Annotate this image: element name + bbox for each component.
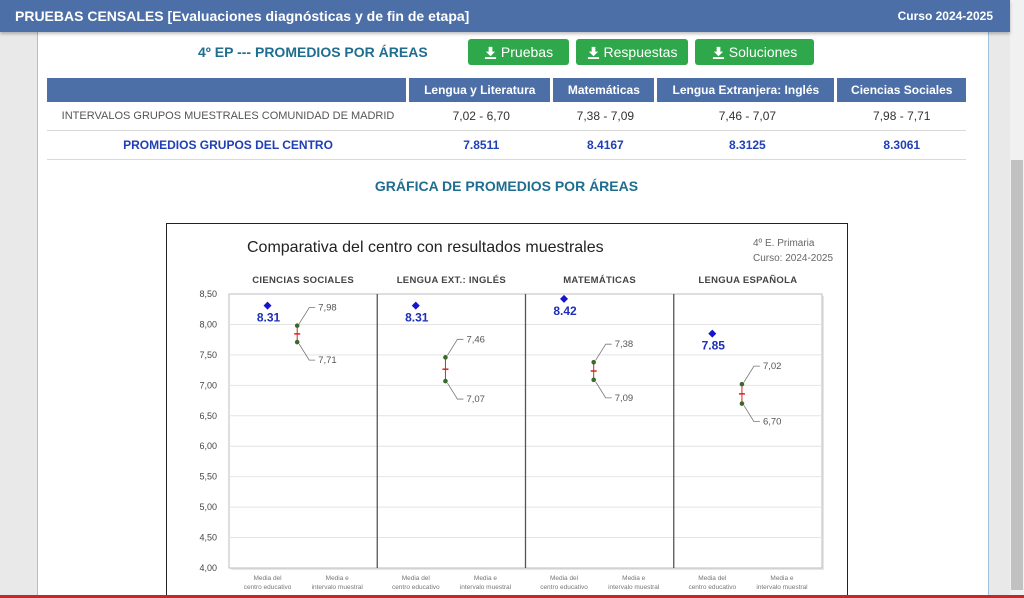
interval-lower-label: 6,70 xyxy=(763,417,782,428)
interval-lower-label: 7,07 xyxy=(466,394,485,405)
x-axis-label-line: Media del xyxy=(402,575,431,582)
y-tick-label: 8,00 xyxy=(199,319,217,329)
scores-table: Lengua y Literatura Matemáticas Lengua E… xyxy=(47,78,966,160)
course-label: Curso 2024-2025 xyxy=(897,9,993,23)
x-axis-label: Media del centro educativo xyxy=(392,575,440,591)
table-row: PROMEDIOS GRUPOS DEL CENTRO 7.8511 8.416… xyxy=(47,131,966,160)
table-cell: 8.4167 xyxy=(553,131,658,160)
table-cell: 7,38 - 7,09 xyxy=(553,102,658,131)
y-tick-label: 7,00 xyxy=(199,380,217,390)
table-header-ingles: Lengua Extranjera: Inglés xyxy=(657,78,838,102)
respuestas-button[interactable]: Respuestas xyxy=(576,39,688,65)
page-title: 4º EP --- PROMEDIOS POR ÁREAS xyxy=(198,44,428,60)
soluciones-button[interactable]: Soluciones xyxy=(695,39,814,65)
table-cell: 7,46 - 7,07 xyxy=(657,102,838,131)
table-header-row: Lengua y Literatura Matemáticas Lengua E… xyxy=(47,78,966,102)
row-label: INTERVALOS GRUPOS MUESTRALES COMUNIDAD D… xyxy=(47,102,410,131)
table-cell: 8.3061 xyxy=(837,131,966,160)
x-axis-label-line: Media e xyxy=(326,575,350,582)
table-header-matematicas: Matemáticas xyxy=(553,78,658,102)
panel-title: CIENCIAS SOCIALES xyxy=(252,275,354,286)
interval-upper-label: 7,46 xyxy=(466,334,485,345)
chart-title: Comparativa del centro con resultados mu… xyxy=(247,239,604,256)
x-axis-label-line: centro educativo xyxy=(540,584,588,591)
x-axis-label-line: Media e xyxy=(474,575,498,582)
centro-value-label: 8.31 xyxy=(405,311,429,325)
x-axis-label-line: Media e xyxy=(622,575,646,582)
centro-value-label: 8.42 xyxy=(553,304,577,318)
interval-upper-label: 7,02 xyxy=(763,361,782,372)
y-tick-label: 4,00 xyxy=(199,563,217,573)
table-cell: 8.3125 xyxy=(657,131,838,160)
interval-lower-label: 7,71 xyxy=(318,355,337,366)
table-header-sociales: Ciencias Sociales xyxy=(837,78,966,102)
panel-title: LENGUA EXT.: INGLÉS xyxy=(397,275,506,286)
table-header-blank xyxy=(47,78,410,102)
table-row: INTERVALOS GRUPOS MUESTRALES COMUNIDAD D… xyxy=(47,102,966,131)
interval-upper-point xyxy=(591,359,596,365)
chart-subtitle: 4º E. Primaria xyxy=(753,238,815,249)
y-tick-label: 6,50 xyxy=(199,411,217,421)
scrollbar-thumb[interactable] xyxy=(1011,160,1023,590)
table-cell: 7.8511 xyxy=(409,131,554,160)
interval-lower-point xyxy=(294,339,300,345)
x-axis-label: Media e intervalo muestral xyxy=(460,575,512,591)
download-icon xyxy=(484,46,496,59)
comparison-chart: Comparativa del centro con resultados mu… xyxy=(199,238,833,591)
interval-upper-point xyxy=(739,381,745,387)
table-cell: 7,98 - 7,71 xyxy=(837,102,966,131)
download-icon xyxy=(587,46,599,59)
x-axis-label-line: centro educativo xyxy=(688,584,736,591)
panel-title: MATEMÁTICAS xyxy=(563,275,636,286)
y-tick-label: 6,00 xyxy=(199,441,217,451)
centro-value-label: 7.85 xyxy=(702,339,726,353)
interval-upper-label: 7,38 xyxy=(615,339,634,350)
x-axis-label: Media e intervalo muestral xyxy=(312,575,364,591)
x-axis-label-line: Media e xyxy=(770,575,794,582)
x-axis-label-line: intervalo muestral xyxy=(756,584,808,591)
download-icon xyxy=(712,46,724,59)
x-axis-label: Media del centro educativo xyxy=(688,575,736,591)
interval-upper-label: 7,98 xyxy=(318,303,337,314)
chart-subtitle: Curso: 2024-2025 xyxy=(753,253,833,264)
row-label: PROMEDIOS GRUPOS DEL CENTRO xyxy=(47,131,410,160)
interval-lower-label: 7,09 xyxy=(615,393,634,404)
interval-upper-point xyxy=(443,355,448,360)
centro-value-label: 8.31 xyxy=(257,311,281,325)
x-axis-label-line: Media del xyxy=(550,575,579,582)
app-title: PRUEBAS CENSALES [Evaluaciones diagnósti… xyxy=(15,8,470,24)
x-axis-label-line: Media del xyxy=(253,575,282,582)
y-tick-label: 5,50 xyxy=(199,472,217,482)
chart-heading: GRÁFICA DE PROMEDIOS POR ÁREAS xyxy=(374,178,639,194)
x-axis-label-line: centro educativo xyxy=(392,584,440,591)
table-cell: 7,02 - 6,70 xyxy=(409,102,554,131)
table-header-lengua: Lengua y Literatura xyxy=(409,78,554,102)
y-tick-label: 4,50 xyxy=(199,533,217,543)
x-axis-label-line: intervalo muestral xyxy=(312,584,364,591)
respuestas-button-label: Respuestas xyxy=(603,44,678,60)
y-tick-label: 5,00 xyxy=(199,502,217,512)
chart-container: Comparativa del centro con resultados mu… xyxy=(166,223,848,598)
panel-title: LENGUA ESPAÑOLA xyxy=(698,275,797,286)
interval-lower-point xyxy=(739,401,745,406)
interval-upper-point xyxy=(294,323,300,328)
x-axis-label: Media e intervalo muestral xyxy=(756,575,808,591)
pruebas-button[interactable]: Pruebas xyxy=(468,39,569,65)
x-axis-label-line: centro educativo xyxy=(244,584,292,591)
pruebas-button-label: Pruebas xyxy=(500,44,554,60)
y-tick-label: 8,50 xyxy=(199,289,217,299)
x-axis-label: Media del centro educativo xyxy=(540,575,588,591)
x-axis-label: Media e intervalo muestral xyxy=(608,575,660,591)
x-axis-label-line: intervalo muestral xyxy=(460,584,512,591)
x-axis-label-line: Media del xyxy=(698,575,727,582)
interval-lower-point xyxy=(591,377,596,383)
x-axis-label-line: intervalo muestral xyxy=(608,584,660,591)
y-tick-label: 7,50 xyxy=(199,350,217,360)
soluciones-button-label: Soluciones xyxy=(728,44,798,60)
top-bar: PRUEBAS CENSALES [Evaluaciones diagnósti… xyxy=(0,0,1010,32)
x-axis-label: Media del centro educativo xyxy=(244,575,292,591)
interval-lower-point xyxy=(443,378,448,384)
